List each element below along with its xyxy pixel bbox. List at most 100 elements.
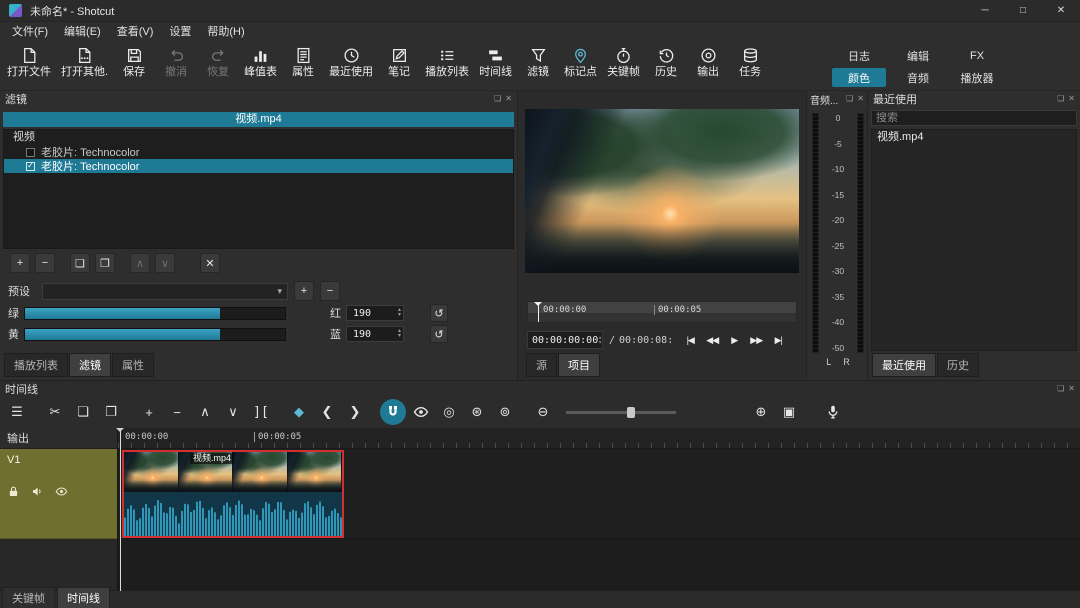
close-button[interactable]: ✕ bbox=[1042, 0, 1080, 21]
fast-forward-button[interactable]: ▶▶ bbox=[745, 332, 767, 349]
close-panel-icon[interactable]: ✕ bbox=[1068, 95, 1075, 103]
ripple-markers-button[interactable]: ⊚ bbox=[492, 399, 518, 425]
previous-marker-button[interactable]: ❮ bbox=[314, 399, 340, 425]
notes-button[interactable]: 笔记 bbox=[378, 44, 420, 88]
menu-view[interactable]: 查看(V) bbox=[109, 22, 162, 40]
filter-row-selected[interactable]: ✓ 老胶片: Technocolor bbox=[4, 159, 513, 173]
save-preset-button[interactable]: + bbox=[294, 281, 314, 301]
open-other-button[interactable]: 打开其他. bbox=[56, 44, 113, 88]
zoom-in-button[interactable]: ⊕ bbox=[748, 399, 774, 425]
float-panel-icon[interactable]: ❏ bbox=[494, 95, 501, 103]
move-filter-down-button[interactable]: ∨ bbox=[155, 253, 175, 273]
cut-button[interactable]: ✂ bbox=[42, 399, 68, 425]
add-filter-button[interactable]: + bbox=[10, 253, 30, 273]
red-value-spinner[interactable]: ▴▾ bbox=[398, 308, 401, 318]
scrub-while-dragging-button[interactable] bbox=[408, 399, 434, 425]
deselect-filter-button[interactable]: ✕ bbox=[200, 253, 220, 273]
next-marker-button[interactable]: ❯ bbox=[342, 399, 368, 425]
filter-checkbox-checked[interactable]: ✓ bbox=[26, 162, 35, 171]
layout-audio-button[interactable]: 音频 bbox=[891, 68, 945, 87]
filter-row[interactable]: 老胶片: Technocolor bbox=[4, 145, 513, 159]
float-panel-icon[interactable]: ❏ bbox=[1057, 95, 1064, 103]
lock-icon[interactable] bbox=[7, 485, 20, 498]
float-panel-icon[interactable]: ❏ bbox=[1057, 385, 1064, 393]
player-playhead[interactable] bbox=[538, 302, 539, 322]
remove-filter-button[interactable]: − bbox=[35, 253, 55, 273]
layout-fx-button[interactable]: FX bbox=[950, 46, 1004, 65]
paste-button[interactable]: ❐ bbox=[98, 399, 124, 425]
menu-settings[interactable]: 设置 bbox=[161, 22, 199, 40]
reset-red-button[interactable]: ↺ bbox=[430, 304, 448, 322]
player-scrubber[interactable]: 00:00:00 00:00:05 bbox=[527, 301, 797, 323]
skip-to-end-button[interactable]: ▶| bbox=[767, 332, 789, 349]
move-filter-up-button[interactable]: ∧ bbox=[130, 253, 150, 273]
record-audio-button[interactable] bbox=[820, 399, 846, 425]
copy-button[interactable]: ❏ bbox=[70, 399, 96, 425]
redo-button[interactable]: 恢复 bbox=[197, 44, 239, 88]
menu-file[interactable]: 文件(F) bbox=[4, 22, 56, 40]
timeline-ruler[interactable]: 00:00:00 00:00:05 bbox=[118, 428, 1080, 449]
filter-checkbox[interactable] bbox=[26, 148, 35, 157]
close-panel-icon[interactable]: ✕ bbox=[857, 95, 864, 103]
zoom-slider[interactable] bbox=[566, 411, 676, 414]
layout-logging-button[interactable]: 日志 bbox=[832, 46, 886, 65]
ripple-delete-button[interactable]: − bbox=[164, 399, 190, 425]
timeline-button[interactable]: 时间线 bbox=[474, 44, 517, 88]
snap-toggle-button[interactable] bbox=[380, 399, 406, 425]
float-panel-icon[interactable]: ❏ bbox=[846, 95, 853, 103]
save-button[interactable]: 保存 bbox=[113, 44, 155, 88]
tab-keyframes[interactable]: 关键帧 bbox=[2, 587, 55, 608]
tab-properties[interactable]: 属性 bbox=[112, 353, 154, 377]
split-button[interactable]: ][ bbox=[248, 399, 274, 425]
tab-playlist[interactable]: 播放列表 bbox=[4, 353, 68, 377]
fast-rewind-button[interactable]: ◀◀ bbox=[701, 332, 723, 349]
tab-recent[interactable]: 最近使用 bbox=[872, 353, 936, 377]
paste-filters-button[interactable]: ❐ bbox=[95, 253, 115, 273]
filter-group-video[interactable]: 视频 bbox=[4, 130, 513, 145]
zoom-out-button[interactable]: ⊖ bbox=[530, 399, 556, 425]
tab-history[interactable]: 历史 bbox=[937, 353, 979, 377]
keyframes-button[interactable]: 关键帧 bbox=[602, 44, 645, 88]
marker-button[interactable]: ◆ bbox=[286, 399, 312, 425]
blue-value-spinner[interactable]: ▴▾ bbox=[398, 329, 401, 339]
close-panel-icon[interactable]: ✕ bbox=[1068, 385, 1075, 393]
filters-button[interactable]: 滤镜 bbox=[517, 44, 559, 88]
properties-button[interactable]: 属性 bbox=[282, 44, 324, 88]
close-panel-icon[interactable]: ✕ bbox=[505, 95, 512, 103]
red-value-input[interactable]: 190 ▴▾ bbox=[346, 305, 404, 321]
menu-edit[interactable]: 编辑(E) bbox=[56, 22, 109, 40]
layout-editing-button[interactable]: 编辑 bbox=[891, 46, 945, 65]
minimize-button[interactable]: ─ bbox=[966, 0, 1004, 21]
timeline-playhead[interactable] bbox=[120, 428, 121, 591]
jobs-button[interactable]: 任务 bbox=[729, 44, 771, 88]
green-slider[interactable] bbox=[24, 307, 286, 320]
open-file-button[interactable]: 打开文件 bbox=[2, 44, 56, 88]
reset-blue-button[interactable]: ↺ bbox=[430, 325, 448, 343]
position-spinner[interactable]: ▴▾ bbox=[598, 335, 602, 345]
zoom-slider-handle[interactable] bbox=[627, 407, 635, 418]
layout-color-button[interactable]: 颜色 bbox=[832, 68, 886, 87]
playlist-button[interactable]: 播放列表 bbox=[420, 44, 474, 88]
lift-button[interactable]: ∧ bbox=[192, 399, 218, 425]
hide-track-eye-icon[interactable] bbox=[55, 485, 68, 498]
markers-button[interactable]: 标记点 bbox=[559, 44, 602, 88]
tab-project[interactable]: 项目 bbox=[558, 353, 600, 377]
export-button[interactable]: 输出 bbox=[687, 44, 729, 88]
overwrite-button[interactable]: ∨ bbox=[220, 399, 246, 425]
blue-value-input[interactable]: 190 ▴▾ bbox=[346, 326, 404, 342]
timeline-clip[interactable]: 视频.mp4 bbox=[122, 450, 344, 538]
speaker-icon[interactable] bbox=[31, 485, 44, 498]
recent-button[interactable]: 最近使用 bbox=[324, 44, 378, 88]
recent-search-input[interactable] bbox=[871, 110, 1077, 126]
recent-item[interactable]: 视频.mp4 bbox=[872, 130, 1076, 145]
ripple-all-tracks-button[interactable]: ⊛ bbox=[464, 399, 490, 425]
menu-help[interactable]: 帮助(H) bbox=[199, 22, 252, 40]
peak-meter-button[interactable]: 峰值表 bbox=[239, 44, 282, 88]
tab-filters[interactable]: 滤镜 bbox=[69, 353, 111, 377]
undo-button[interactable]: 撤消 bbox=[155, 44, 197, 88]
layout-player-button[interactable]: 播放器 bbox=[950, 68, 1004, 87]
zoom-fit-button[interactable]: ▣ bbox=[776, 399, 802, 425]
tab-source[interactable]: 源 bbox=[526, 353, 557, 377]
ripple-button[interactable]: ◎ bbox=[436, 399, 462, 425]
yellow-slider[interactable] bbox=[24, 328, 286, 341]
